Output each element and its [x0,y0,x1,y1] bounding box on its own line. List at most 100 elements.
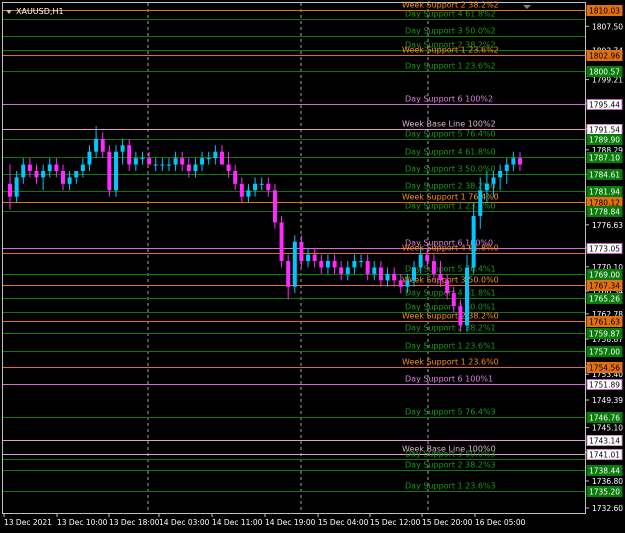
level-label: Day Support 3 50.0%3 [405,450,496,459]
price-tag-label: 1802.96 [589,52,620,61]
level-label: Day Support 4 61.8%1 [405,289,496,298]
candle-body [306,254,311,262]
price-tick-label: 1776.63 [592,221,623,230]
chart-scroll-marker[interactable] [523,5,531,9]
time-tick-label: 15 Dec 04:00 [318,518,369,527]
candle-body [405,280,410,287]
price-tick-label: 1807.50 [592,22,623,31]
candle-body [173,158,178,165]
menu-arrow-icon[interactable] [6,10,12,14]
candle-body [365,261,370,274]
candle-body [166,164,171,166]
candle-body [319,261,324,268]
price-tick-label: 1732.60 [592,504,623,513]
candle-body [94,138,99,152]
level-label: Week Base Line 100%2 [402,120,496,129]
price-tag-label: 1781.94 [589,188,620,197]
level-label: Week Support 1 23.6%0 [402,358,499,367]
level-label: Day Support 5 76.4%0 [405,130,496,139]
candle-body [418,254,423,268]
candle-body [292,241,297,287]
candle-body [392,273,397,281]
price-tag-label: 1789.90 [589,136,620,145]
candle-body [153,164,158,166]
time-tick-label: 13 Dec 2021 [4,518,52,527]
candle-body [465,267,470,326]
candle-body [345,267,350,274]
candle-body [160,164,165,166]
time-axis: 13 Dec 2021 13 Dec 10:00 13 Dec 18:00 14 De… [3,513,526,527]
level-label: Week Support 4 61.8%0 [402,244,499,253]
candle-body [471,216,476,268]
price-tag-label: 1810.03 [589,7,620,16]
candle-body [498,170,503,178]
level-label: Week Support 1 23.6%2 [402,46,499,55]
candle-body [8,183,12,197]
level-label: Day Support 1 23.6%3 [405,482,496,491]
price-tag-label: 1773.05 [589,245,620,254]
candle-body [47,164,52,171]
level-label: Day Support 6 100%2 [405,95,493,104]
level-label: Day Support 6 100%1 [405,375,493,384]
level-label: Day Support 5 76.4%3 [405,408,496,417]
candle-body [518,158,522,165]
candle-body [127,145,132,165]
price-tag-label: 1795.44 [589,101,620,110]
symbol-label: XAUUSD,H1 [16,7,64,16]
candle-body [312,254,317,262]
candle-body [107,151,112,191]
candle-body [219,151,224,165]
candle-body [286,261,291,287]
candle-body [445,280,450,294]
level-label: Week Support 1 76.4%0 [402,193,499,202]
candle-body [41,170,46,178]
candle-body [372,267,377,274]
candle-body [193,164,198,171]
candle-body [425,254,430,262]
price-chart[interactable]: Week Support 2 38.2%2 Day Support 4 61.8%… [0,0,625,533]
candle-body [491,177,496,184]
candle-body [339,267,344,274]
price-tag-label: 1800.57 [589,68,620,77]
candle-body [266,183,271,191]
candle-body [332,261,337,268]
candle-body [140,158,145,160]
time-tick-label: 14 Dec 03:00 [159,518,210,527]
candle-body [27,164,32,171]
level-label: Day Support 3 50.0%2 [405,27,496,36]
level-label: Day Support 1 23.6%1 [405,342,496,351]
candle-body [484,183,489,191]
candle-body [21,164,26,178]
price-tag-label: 1784.61 [589,171,620,180]
candle-body [272,190,277,223]
chart-canvas[interactable]: Week Support 2 38.2%2 Day Support 4 61.8%… [0,0,625,533]
level-label: Day Support 1 23.6%2 [405,62,496,71]
time-tick-label: 15 Dec 12:00 [370,518,421,527]
candle-body [67,177,72,184]
candle-body [226,164,231,171]
candlesticks [8,125,522,332]
candle-body [80,164,85,171]
candle-body [14,177,19,197]
candle-body [180,158,185,165]
candle-body [359,261,364,263]
price-tag-label: 1767.34 [589,282,620,291]
price-tag-label: 1746.76 [589,414,620,423]
level-label: Day Support 4 61.8%0 [405,148,496,157]
level-label: Week Support 2 38.2%2 [402,1,499,10]
candle-body [206,158,211,160]
candle-body [34,170,39,178]
candle-body [299,241,304,262]
level-label: Day Support 2 38.2%3 [405,461,496,470]
candle-body [147,158,152,165]
candle-body [186,164,191,171]
candle-body [412,267,417,281]
candle-body [239,183,244,197]
price-tick-label: 1745.10 [592,424,623,433]
price-tick-label: 1749.39 [592,396,623,405]
time-tick-label: 16 Dec 05:00 [475,518,526,527]
price-tag-label: 1765.26 [589,295,620,304]
candle-body [74,170,79,178]
price-tag-label: 1754.56 [589,364,620,373]
candle-body [398,280,403,287]
